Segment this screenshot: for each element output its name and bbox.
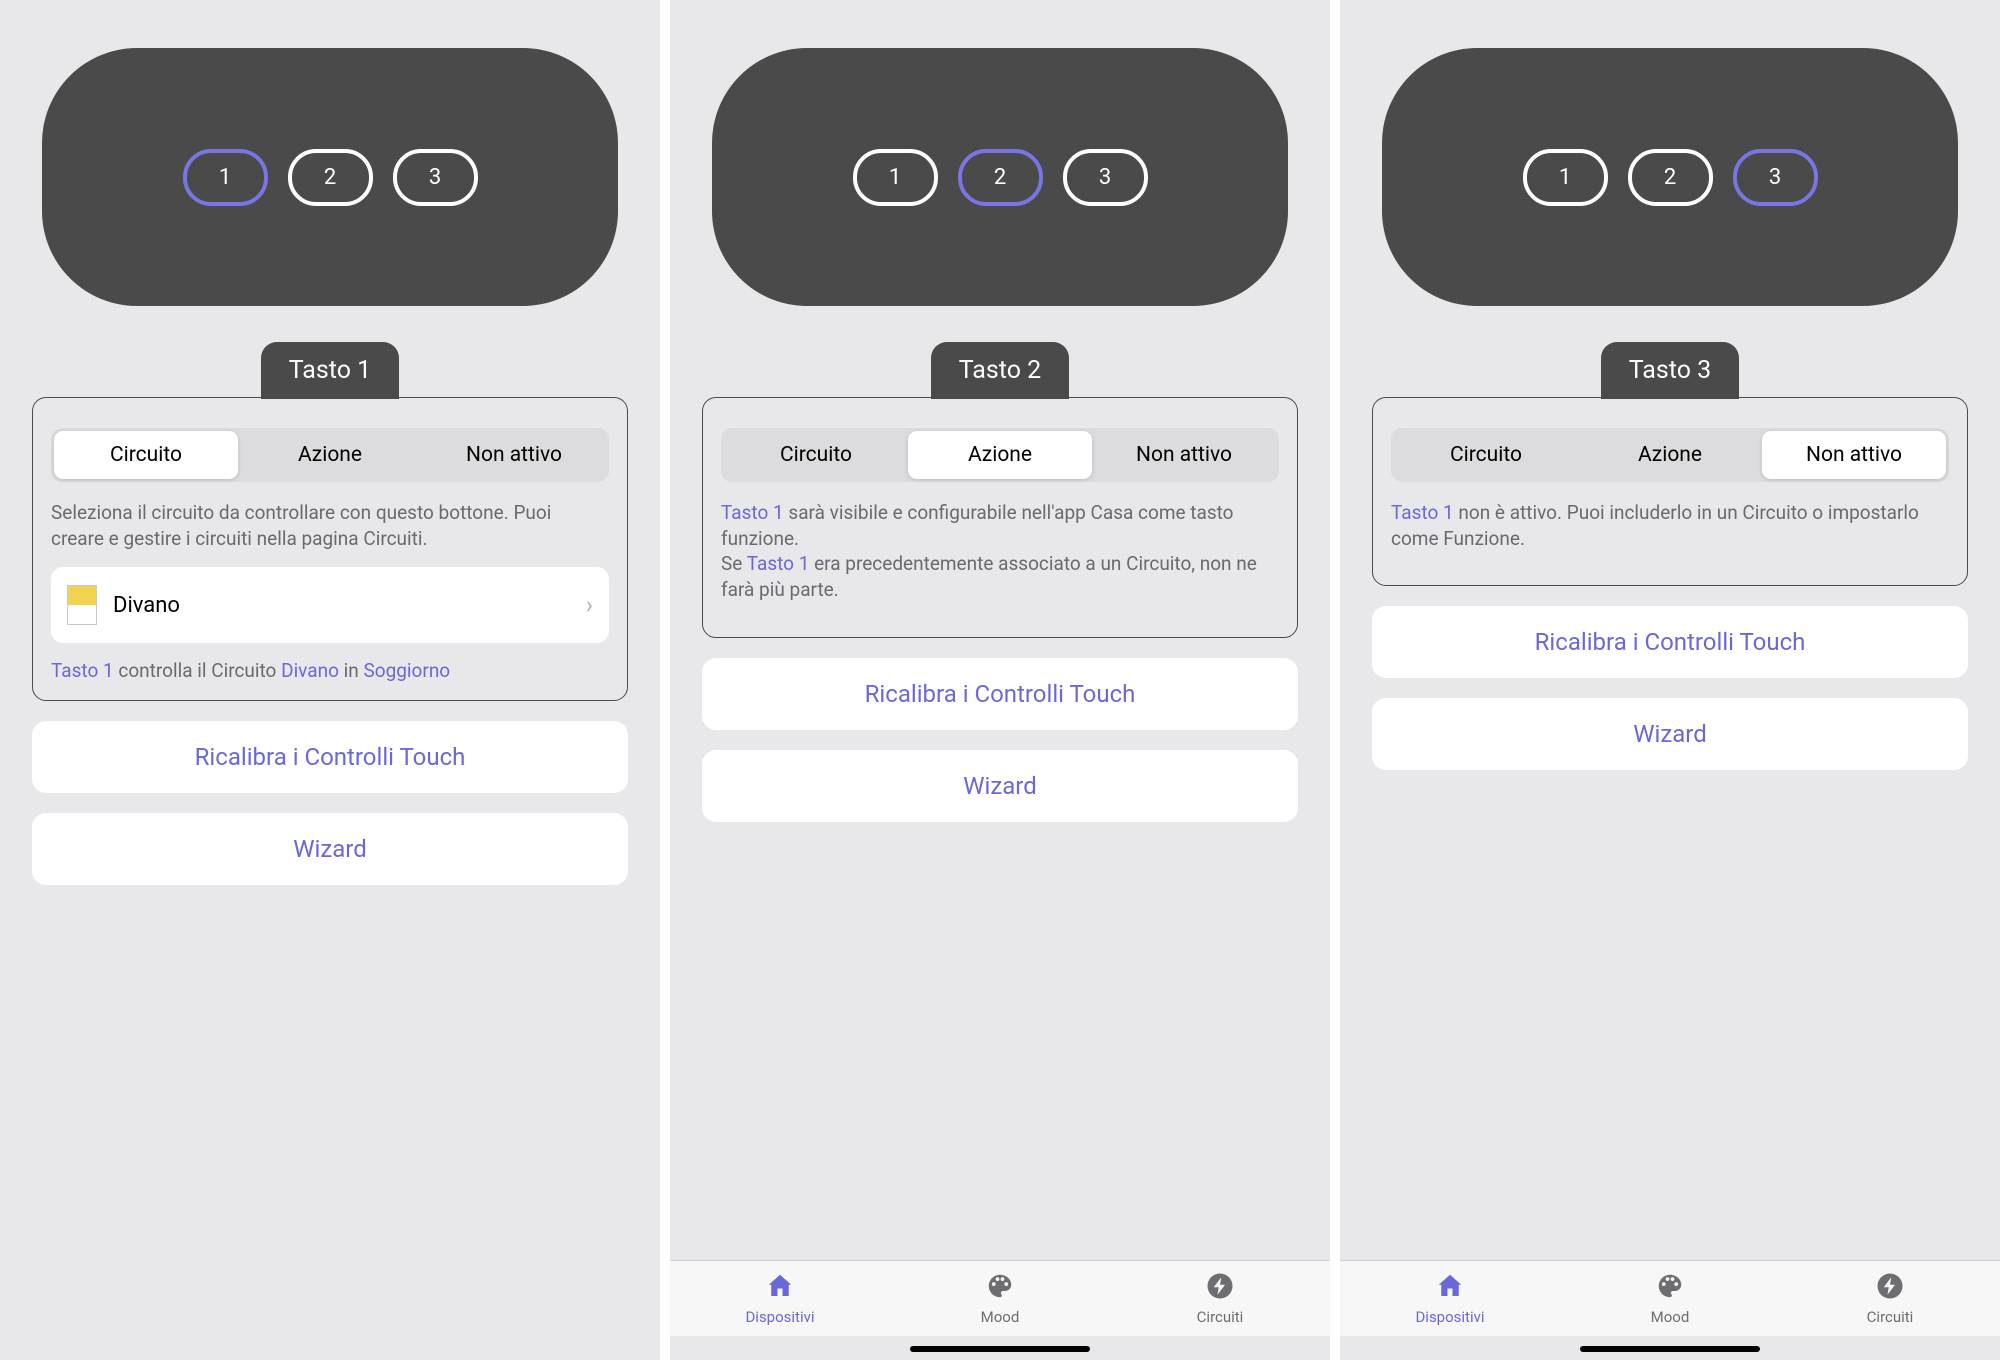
seg-azione[interactable]: Azione bbox=[1578, 431, 1762, 479]
description-text: Seleziona il circuito da controllare con… bbox=[51, 500, 609, 551]
device-button-1[interactable]: 1 bbox=[183, 149, 268, 206]
seg-non-attivo[interactable]: Non attivo bbox=[1092, 431, 1276, 479]
home-icon bbox=[1434, 1271, 1466, 1305]
footnote-text: Tasto 1 controlla il Circuito Divano in … bbox=[51, 659, 609, 682]
screen-tasto-3: 1 2 3 Tasto 3 Circuito Azione Non attivo… bbox=[1340, 0, 2000, 1360]
section-title: Tasto 2 bbox=[931, 342, 1069, 399]
tab-dispositivi[interactable]: Dispositivi bbox=[670, 1271, 890, 1326]
bolt-icon bbox=[1204, 1271, 1236, 1305]
device-button-2[interactable]: 2 bbox=[958, 149, 1043, 206]
device-button-2[interactable]: 2 bbox=[288, 149, 373, 206]
wizard-button[interactable]: Wizard bbox=[702, 750, 1298, 822]
home-indicator bbox=[1580, 1346, 1760, 1352]
palette-icon bbox=[1654, 1271, 1686, 1305]
seg-azione[interactable]: Azione bbox=[238, 431, 422, 479]
chevron-right-icon: › bbox=[586, 591, 593, 619]
recalibrate-button[interactable]: Ricalibra i Controlli Touch bbox=[702, 658, 1298, 730]
device-button-3[interactable]: 3 bbox=[393, 149, 478, 206]
section-title: Tasto 1 bbox=[261, 342, 399, 399]
tab-mood[interactable]: Mood bbox=[890, 1271, 1110, 1326]
circuit-color-swatch-icon bbox=[67, 585, 97, 625]
seg-circuito[interactable]: Circuito bbox=[1394, 431, 1578, 479]
device-button-3[interactable]: 3 bbox=[1733, 149, 1818, 206]
bolt-icon bbox=[1874, 1271, 1906, 1305]
tab-bar: Dispositivi Mood Circuiti bbox=[670, 1260, 1330, 1336]
seg-non-attivo[interactable]: Non attivo bbox=[1762, 431, 1946, 479]
segmented-control: Circuito Azione Non attivo bbox=[721, 428, 1279, 482]
config-card: Circuito Azione Non attivo Tasto 1 sarà … bbox=[702, 397, 1298, 638]
description-text: Tasto 1 non è attivo. Puoi includerlo in… bbox=[1391, 500, 1949, 551]
tab-circuiti[interactable]: Circuiti bbox=[1110, 1271, 1330, 1326]
seg-non-attivo[interactable]: Non attivo bbox=[422, 431, 606, 479]
segmented-control: Circuito Azione Non attivo bbox=[51, 428, 609, 482]
seg-circuito[interactable]: Circuito bbox=[54, 431, 238, 479]
section-title: Tasto 3 bbox=[1601, 342, 1739, 399]
device-button-3[interactable]: 3 bbox=[1063, 149, 1148, 206]
screen-tasto-1: 1 2 3 Tasto 1 Circuito Azione Non attivo… bbox=[0, 0, 660, 1360]
device-selector-panel: 1 2 3 bbox=[42, 48, 618, 306]
recalibrate-button[interactable]: Ricalibra i Controlli Touch bbox=[1372, 606, 1968, 678]
circuit-name: Divano bbox=[113, 593, 570, 618]
device-button-1[interactable]: 1 bbox=[853, 149, 938, 206]
config-card: Circuito Azione Non attivo Seleziona il … bbox=[32, 397, 628, 701]
seg-azione[interactable]: Azione bbox=[908, 431, 1092, 479]
home-indicator bbox=[910, 1346, 1090, 1352]
recalibrate-button[interactable]: Ricalibra i Controlli Touch bbox=[32, 721, 628, 793]
description-text: Tasto 1 sarà visibile e configurabile ne… bbox=[721, 500, 1279, 603]
segmented-control: Circuito Azione Non attivo bbox=[1391, 428, 1949, 482]
tab-circuiti[interactable]: Circuiti bbox=[1780, 1271, 2000, 1326]
tab-dispositivi[interactable]: Dispositivi bbox=[1340, 1271, 1560, 1326]
home-icon bbox=[764, 1271, 796, 1305]
screen-tasto-2: 1 2 3 Tasto 2 Circuito Azione Non attivo… bbox=[670, 0, 1330, 1360]
device-button-2[interactable]: 2 bbox=[1628, 149, 1713, 206]
device-selector-panel: 1 2 3 bbox=[712, 48, 1288, 306]
wizard-button[interactable]: Wizard bbox=[1372, 698, 1968, 770]
seg-circuito[interactable]: Circuito bbox=[724, 431, 908, 479]
palette-icon bbox=[984, 1271, 1016, 1305]
circuit-row[interactable]: Divano › bbox=[51, 567, 609, 643]
device-selector-panel: 1 2 3 bbox=[1382, 48, 1958, 306]
tab-mood[interactable]: Mood bbox=[1560, 1271, 1780, 1326]
wizard-button[interactable]: Wizard bbox=[32, 813, 628, 885]
config-card: Circuito Azione Non attivo Tasto 1 non è… bbox=[1372, 397, 1968, 586]
device-button-1[interactable]: 1 bbox=[1523, 149, 1608, 206]
tab-bar: Dispositivi Mood Circuiti bbox=[1340, 1260, 2000, 1336]
